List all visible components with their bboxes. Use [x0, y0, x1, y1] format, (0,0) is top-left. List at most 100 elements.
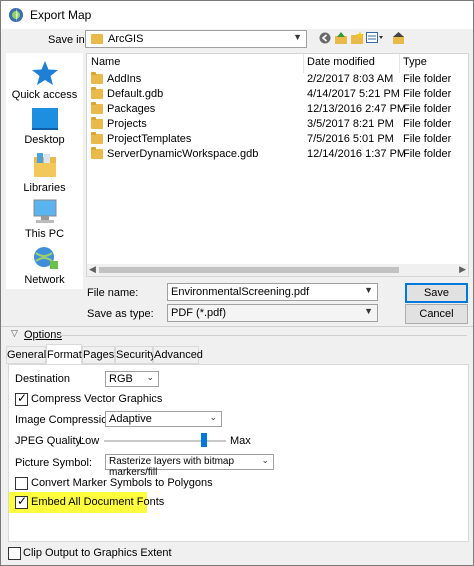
save-as-type-value: PDF (*.pdf) — [171, 307, 227, 319]
folder-icon — [91, 72, 103, 84]
compress-vector-checkbox[interactable] — [15, 391, 28, 406]
file-name-value: EnvironmentalScreening.pdf — [171, 286, 310, 298]
back-icon[interactable] — [319, 32, 331, 44]
compress-vector-label: Compress Vector Graphics — [31, 393, 163, 405]
view-menu-icon[interactable] — [366, 32, 384, 44]
picture-symbol-value: Rasterize layers with bitmap markers/fil… — [109, 456, 235, 478]
image-compression-label: Image Compression: — [15, 414, 117, 426]
destination-dropdown[interactable]: RGB ⌄ — [105, 371, 159, 387]
file-row[interactable]: Default.gdb 4/14/2017 5:21 PM File folde… — [87, 87, 468, 102]
place-label: Libraries — [23, 182, 66, 194]
embed-fonts-label: Embed All Document Fonts — [31, 496, 165, 508]
export-map-dialog: Export Map Save in: ArcGIS ▼ Quick acces… — [0, 0, 474, 566]
new-folder-icon[interactable] — [350, 31, 364, 45]
file-name-input[interactable]: EnvironmentalScreening.pdf ▼ — [167, 283, 378, 301]
tab-general[interactable]: General — [6, 346, 46, 364]
jpeg-quality-track[interactable] — [104, 440, 226, 442]
file-row[interactable]: ServerDynamicWorkspace.gdb 12/14/2016 1:… — [87, 147, 468, 162]
file-type: File folder — [403, 118, 452, 130]
save-in-label: Save in: — [48, 34, 88, 46]
up-folder-icon[interactable] — [334, 31, 348, 45]
file-name: Packages — [107, 103, 156, 115]
tab-pages[interactable]: Pages — [82, 346, 115, 364]
clip-output-checkbox[interactable] — [8, 547, 21, 560]
file-date: 3/5/2017 8:21 PM — [307, 118, 394, 130]
tab-format[interactable]: Format — [46, 344, 82, 364]
column-header-date[interactable]: Date modified — [303, 54, 399, 73]
jpeg-quality-low-label: Low — [79, 435, 100, 447]
chevron-down-icon: ▼ — [293, 32, 302, 42]
image-compression-value: Adaptive — [109, 413, 152, 425]
cancel-button[interactable]: Cancel — [405, 304, 468, 324]
tab-advanced[interactable]: Advanced — [153, 346, 203, 364]
file-date: 7/5/2016 5:01 PM — [307, 133, 394, 145]
column-header-type[interactable]: Type — [399, 54, 468, 73]
computer-icon — [33, 199, 56, 223]
desktop-icon — [31, 108, 58, 130]
picture-symbol-label: Picture Symbol: — [15, 457, 93, 469]
scroll-right-icon[interactable]: ▶ — [459, 264, 466, 275]
folder-icon — [91, 34, 103, 44]
file-date: 4/14/2017 5:21 PM — [307, 88, 400, 100]
image-compression-dropdown[interactable]: Adaptive ⌄ — [105, 411, 222, 427]
options-toggle[interactable]: Options — [24, 329, 62, 341]
file-row[interactable]: ProjectTemplates 7/5/2016 5:01 PM File f… — [87, 132, 468, 147]
picture-symbol-dropdown[interactable]: Rasterize layers with bitmap markers/fil… — [105, 454, 274, 478]
place-this-pc[interactable]: This PC — [6, 199, 83, 240]
tab-security[interactable]: Security — [115, 346, 156, 364]
save-as-type-label: Save as type: — [87, 308, 154, 320]
jpeg-quality-label: JPEG Quality: — [15, 435, 85, 447]
scroll-left-icon[interactable]: ◀ — [89, 264, 96, 275]
place-desktop[interactable]: Desktop — [6, 107, 83, 146]
file-name: AddIns — [107, 73, 142, 85]
destination-label: Destination — [15, 373, 71, 385]
file-date: 2/2/2017 8:03 AM — [307, 73, 394, 85]
file-type: File folder — [403, 103, 452, 115]
star-icon — [31, 61, 58, 85]
chevron-down-icon: ▼ — [364, 306, 373, 316]
convert-marker-label: Convert Marker Symbols to Polygons — [31, 477, 213, 489]
save-button[interactable]: Save — [405, 283, 468, 303]
place-label: Network — [24, 274, 65, 286]
place-label: This PC — [24, 228, 65, 240]
place-label: Quick access — [11, 89, 78, 101]
place-network[interactable]: Network — [6, 245, 83, 286]
save-in-dropdown[interactable]: ArcGIS ▼ — [85, 30, 307, 48]
file-row[interactable]: AddIns 2/2/2017 8:03 AM File folder — [87, 72, 468, 87]
file-date: 12/14/2016 1:37 PM — [307, 148, 407, 160]
arcmap-icon — [9, 8, 23, 22]
column-header-name[interactable]: Name — [87, 54, 304, 73]
home-folder-icon[interactable] — [392, 31, 405, 45]
file-name-label: File name: — [87, 287, 139, 299]
file-row[interactable]: Projects 3/5/2017 8:21 PM File folder — [87, 117, 468, 132]
libraries-icon — [33, 153, 56, 177]
file-date: 12/13/2016 2:47 PM — [307, 103, 407, 115]
horizontal-scrollbar[interactable]: ◀ ▶ — [87, 264, 468, 276]
divider — [59, 335, 467, 336]
place-libraries[interactable]: Libraries — [6, 151, 83, 194]
file-type: File folder — [403, 148, 452, 160]
folder-icon — [91, 147, 103, 159]
title-bar: Export Map — [1, 1, 473, 29]
place-quick-access[interactable]: Quick access — [6, 60, 83, 101]
file-name: Default.gdb — [107, 88, 164, 100]
folder-icon — [91, 87, 103, 99]
save-as-type-dropdown[interactable]: PDF (*.pdf) ▼ — [167, 304, 378, 322]
place-label: Desktop — [24, 134, 65, 146]
file-row[interactable]: Packages 12/13/2016 2:47 PM File folder — [87, 102, 468, 117]
folder-icon — [91, 102, 103, 114]
chevron-down-icon: ▼ — [364, 285, 373, 295]
file-name: ServerDynamicWorkspace.gdb — [107, 148, 259, 160]
chevron-down-icon[interactable]: ▽ — [11, 328, 18, 339]
scrollbar-thumb[interactable] — [99, 267, 399, 273]
chevron-down-icon: ⌄ — [261, 455, 269, 465]
convert-marker-checkbox[interactable] — [15, 477, 28, 490]
folder-icon — [91, 117, 103, 129]
format-panel: Destination RGB ⌄ Compress Vector Graphi… — [8, 364, 469, 542]
chevron-down-icon: ⌄ — [146, 372, 154, 382]
embed-fonts-checkbox[interactable] — [15, 494, 28, 509]
file-name: ProjectTemplates — [107, 133, 192, 145]
jpeg-quality-slider[interactable] — [201, 433, 208, 447]
file-type: File folder — [403, 73, 452, 85]
divider — [1, 326, 473, 327]
